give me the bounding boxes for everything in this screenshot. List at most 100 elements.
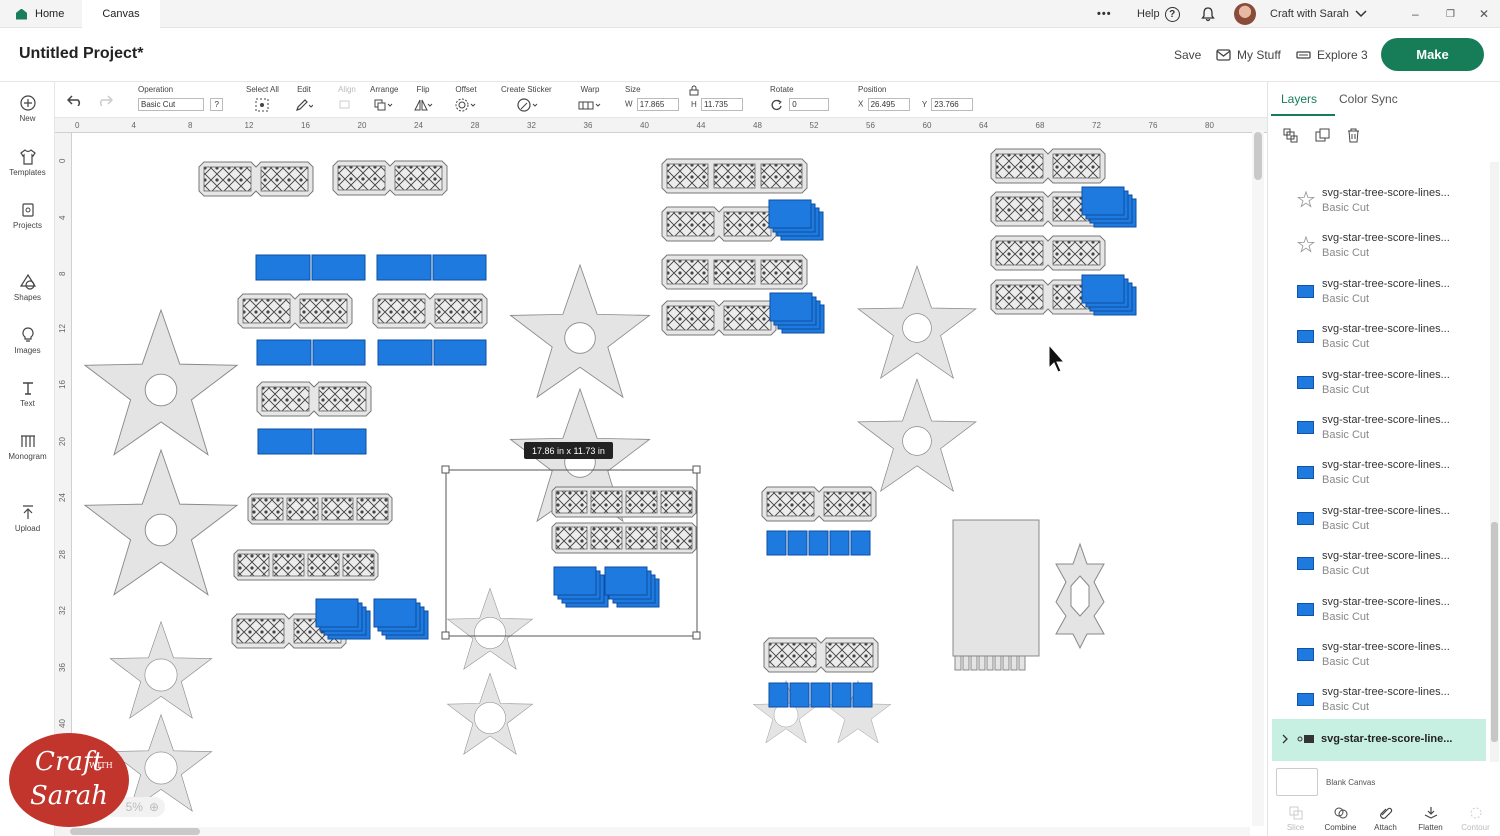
star-shape[interactable] bbox=[109, 621, 213, 719]
contour-button[interactable]: Contour bbox=[1453, 806, 1498, 832]
layer-row[interactable]: svg-star-tree-score-lines... Basic Cut bbox=[1276, 224, 1491, 269]
layer-row[interactable]: svg-star-tree-score-lines... Basic Cut bbox=[1276, 179, 1491, 224]
box-shape[interactable] bbox=[952, 519, 1040, 671]
close-window-button[interactable]: ✕ bbox=[1479, 0, 1489, 28]
sidebar-item-new[interactable]: New bbox=[0, 95, 55, 123]
operation-select[interactable]: Basic Cut bbox=[138, 98, 204, 111]
layer-row[interactable]: svg-star-tree-score-lines... Basic Cut bbox=[1276, 315, 1491, 360]
star-shape[interactable] bbox=[84, 309, 238, 456]
sidebar-item-upload[interactable]: Upload bbox=[0, 505, 55, 533]
user-menu[interactable]: Craft with Sarah bbox=[1234, 0, 1367, 28]
lace-panel[interactable] bbox=[763, 637, 879, 673]
minimize-button[interactable]: – bbox=[1412, 0, 1419, 28]
layer-row[interactable]: svg-star-tree-score-lines... Basic Cut bbox=[1276, 588, 1491, 633]
group-icon[interactable] bbox=[1283, 128, 1298, 143]
create-sticker-button[interactable]: Create Sticker bbox=[501, 85, 552, 114]
layer-group-row[interactable]: svg-star-tree-score-line... bbox=[1272, 719, 1486, 761]
duplicate-icon[interactable] bbox=[1315, 128, 1330, 143]
star-shape[interactable] bbox=[857, 378, 977, 492]
horizontal-scrollbar[interactable] bbox=[70, 827, 1250, 836]
blue-stack[interactable] bbox=[373, 598, 429, 640]
blue-stack[interactable] bbox=[1081, 186, 1137, 228]
lace-panel[interactable] bbox=[761, 486, 877, 522]
lace-panel[interactable] bbox=[233, 549, 379, 581]
lace-panel[interactable] bbox=[661, 158, 808, 194]
star-shape[interactable] bbox=[510, 264, 650, 398]
arrange-button[interactable]: Arrange bbox=[370, 85, 398, 114]
layers-scrollbar[interactable] bbox=[1490, 162, 1499, 762]
x-position-input[interactable]: 26.495 bbox=[867, 98, 910, 111]
layer-row[interactable]: svg-star-tree-score-lines... Basic Cut bbox=[1276, 678, 1491, 723]
lock-icon[interactable] bbox=[689, 85, 699, 96]
height-input[interactable]: 11.735 bbox=[701, 98, 744, 111]
bell-icon[interactable] bbox=[1200, 0, 1216, 28]
lace-panel[interactable] bbox=[661, 206, 777, 242]
lace-panel[interactable] bbox=[551, 522, 697, 554]
width-input[interactable]: 17.865 bbox=[636, 98, 679, 111]
star-shape[interactable] bbox=[84, 449, 238, 596]
machine-selector[interactable]: Explore 3 bbox=[1296, 48, 1368, 62]
star-frame-shape[interactable] bbox=[1055, 542, 1105, 650]
lace-panel[interactable] bbox=[237, 293, 353, 329]
layer-row[interactable]: svg-star-tree-score-lines... Basic Cut bbox=[1276, 361, 1491, 406]
layer-row[interactable]: svg-star-tree-score-lines... Basic Cut bbox=[1276, 497, 1491, 542]
tab-layers[interactable]: Layers bbox=[1281, 92, 1317, 106]
lace-panel[interactable] bbox=[332, 160, 448, 196]
flip-button[interactable]: Flip bbox=[413, 85, 433, 114]
zoom-in-icon[interactable]: ⊕ bbox=[149, 800, 159, 814]
y-position-input[interactable]: 23.766 bbox=[931, 98, 974, 111]
star-shape[interactable] bbox=[447, 588, 533, 670]
lace-panel[interactable] bbox=[661, 254, 808, 290]
sidebar-item-monogram[interactable]: Monogram bbox=[0, 433, 55, 461]
layer-row[interactable]: svg-star-tree-score-lines... Basic Cut bbox=[1276, 451, 1491, 496]
select-all-button[interactable]: Select All bbox=[246, 85, 279, 114]
lace-panel[interactable] bbox=[551, 486, 697, 518]
more-menu-icon[interactable]: ••• bbox=[1097, 0, 1112, 28]
restore-button[interactable]: ❐ bbox=[1446, 0, 1455, 28]
flatten-button[interactable]: Flatten bbox=[1408, 806, 1453, 832]
attach-button[interactable]: Attach bbox=[1363, 806, 1408, 832]
combine-button[interactable]: Combine bbox=[1318, 806, 1363, 832]
chevron-right-icon[interactable] bbox=[1281, 734, 1289, 744]
lace-panel[interactable] bbox=[990, 235, 1106, 271]
blue-stack[interactable] bbox=[315, 598, 371, 640]
lace-panel[interactable] bbox=[372, 293, 488, 329]
align-button[interactable]: Align bbox=[338, 85, 356, 114]
lace-panel[interactable] bbox=[198, 161, 314, 197]
edit-button[interactable]: Edit bbox=[295, 85, 314, 114]
project-title[interactable]: Untitled Project* bbox=[19, 45, 143, 63]
my-stuff-button[interactable]: My Stuff bbox=[1216, 48, 1281, 62]
blue-stack[interactable] bbox=[1081, 274, 1137, 316]
save-button[interactable]: Save bbox=[1174, 48, 1201, 62]
star-shape[interactable] bbox=[447, 673, 533, 755]
blue-stack[interactable] bbox=[769, 292, 825, 334]
blue-stack[interactable] bbox=[768, 199, 824, 241]
design-canvas[interactable]: 0 4 8 12 16 20 24 28 32 36 40 44 48 52 56 60 64 68 72 76 80 … bbox=[55, 118, 1267, 836]
layer-row[interactable]: svg-star-tree-score-lines... Basic Cut bbox=[1276, 542, 1491, 587]
layer-row[interactable]: svg-star-tree-score-lines... Basic Cut bbox=[1276, 270, 1491, 315]
undo-icon[interactable] bbox=[67, 94, 83, 106]
offset-button[interactable]: Offset bbox=[455, 85, 477, 114]
operation-help-icon[interactable]: ? bbox=[210, 98, 224, 111]
warp-button[interactable]: Warp bbox=[577, 85, 603, 114]
sidebar-item-images[interactable]: Images bbox=[0, 327, 55, 355]
lace-panel[interactable] bbox=[256, 381, 372, 417]
help-button[interactable]: Help ? bbox=[1137, 0, 1180, 28]
lace-panel[interactable] bbox=[990, 148, 1106, 184]
star-shape[interactable] bbox=[857, 265, 977, 379]
vertical-scrollbar[interactable] bbox=[1252, 130, 1264, 826]
tab-home[interactable]: Home bbox=[0, 0, 82, 28]
blue-stack[interactable] bbox=[604, 566, 660, 608]
sidebar-item-projects[interactable]: Projects bbox=[0, 202, 55, 230]
layer-row[interactable]: svg-star-tree-score-lines... Basic Cut bbox=[1276, 406, 1491, 451]
sidebar-item-templates[interactable]: Templates bbox=[0, 149, 55, 177]
make-button[interactable]: Make bbox=[1381, 38, 1484, 71]
rotate-input[interactable]: 0 bbox=[789, 98, 830, 111]
blank-canvas-swatch[interactable] bbox=[1276, 768, 1318, 796]
trash-icon[interactable] bbox=[1346, 128, 1361, 143]
canvas-artwork[interactable] bbox=[55, 118, 1252, 836]
tab-canvas[interactable]: Canvas bbox=[82, 0, 160, 28]
sidebar-item-text[interactable]: Text bbox=[0, 380, 55, 408]
lace-panel[interactable] bbox=[247, 493, 393, 525]
tab-color-sync[interactable]: Color Sync bbox=[1339, 92, 1398, 106]
